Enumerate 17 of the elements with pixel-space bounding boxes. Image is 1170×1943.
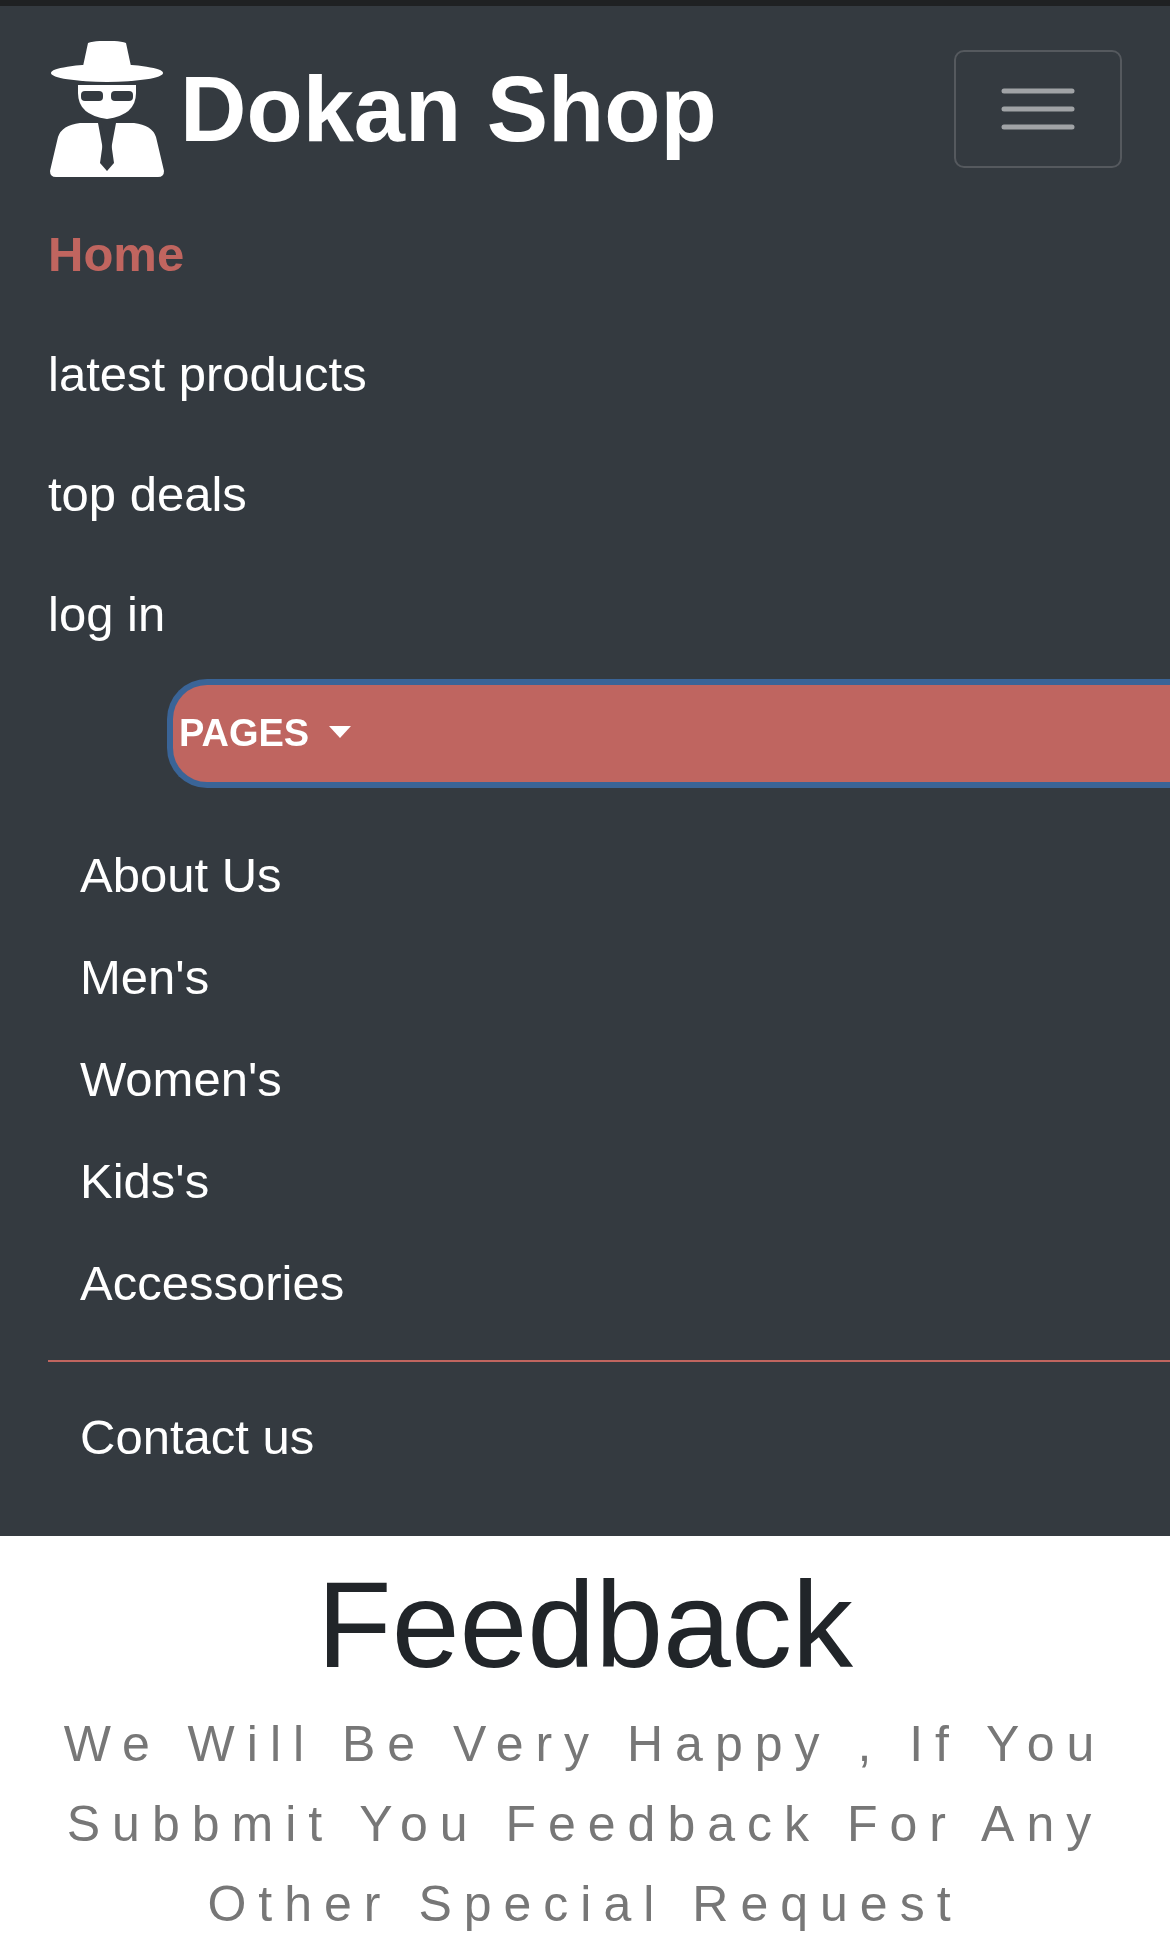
pages-dropdown-button[interactable]: PAGES: [167, 679, 1170, 788]
dropdown-item[interactable]: Men's: [48, 926, 210, 1028]
nav-link[interactable]: top deals: [48, 434, 247, 554]
dropdown-item[interactable]: Women's: [48, 1028, 282, 1130]
dropdown-item[interactable]: Contact us: [48, 1386, 315, 1488]
nav-link[interactable]: log in: [48, 554, 166, 674]
menu-button[interactable]: [954, 50, 1122, 168]
dropdown-item[interactable]: Kids's: [48, 1130, 210, 1232]
nav-link[interactable]: latest products: [48, 314, 367, 434]
caret-icon: [329, 725, 352, 738]
spy-logo-icon: [48, 41, 166, 177]
brand-name[interactable]: Dokan Shop: [180, 53, 717, 165]
menu-icon: [1001, 87, 1075, 131]
dropdown-item[interactable]: Accessories: [48, 1232, 345, 1334]
dropdown-item[interactable]: About Us: [48, 824, 282, 926]
feedback-description: We Will Be Very Happy , If You Subbmit You Feedback For Any Other Special Request: [62, 1715, 1108, 1935]
feedback-heading: Feedback: [317, 1558, 853, 1693]
